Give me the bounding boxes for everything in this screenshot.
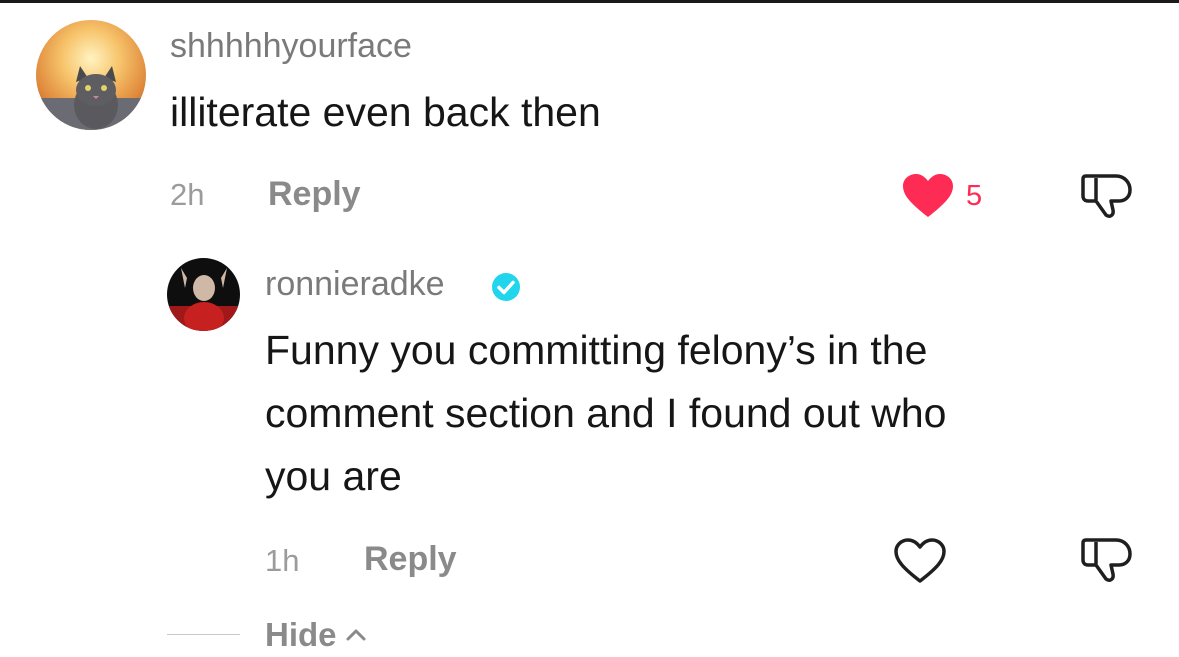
reply-text-line-1: Funny you committing felony’s in the xyxy=(265,327,928,373)
avatar-shhhhhyourface[interactable] xyxy=(36,20,146,130)
reply-text-line-2: comment section and I found out who xyxy=(265,390,947,436)
comment-thread: shhhhhyourface illiterate even back then… xyxy=(0,0,1179,657)
reply-dislike-button[interactable] xyxy=(1078,534,1136,586)
comment-text: illiterate even back then xyxy=(170,89,601,135)
comment-timestamp: 2h xyxy=(170,177,205,212)
reply-username[interactable]: ronnieradke xyxy=(265,265,445,304)
dislike-icon xyxy=(1081,174,1132,218)
dislike-icon xyxy=(1081,538,1132,582)
reply-reply-button[interactable]: Reply xyxy=(364,540,457,579)
verified-badge-icon xyxy=(490,271,522,303)
comment-username[interactable]: shhhhhyourface xyxy=(170,27,412,66)
hide-replies-button[interactable]: Hide xyxy=(265,613,369,657)
hide-divider xyxy=(167,634,240,635)
like-button[interactable] xyxy=(900,173,956,219)
dislike-button[interactable] xyxy=(1078,170,1136,222)
top-divider xyxy=(0,0,1179,3)
chevron-up-icon xyxy=(346,629,366,641)
like-count: 5 xyxy=(966,180,983,212)
hide-label: Hide xyxy=(265,616,337,653)
avatar-ronnieradke[interactable] xyxy=(167,258,240,331)
reply-timestamp: 1h xyxy=(265,543,300,578)
reply-like-button[interactable] xyxy=(892,538,948,584)
heart-filled-icon xyxy=(903,174,953,217)
heart-outline-icon xyxy=(894,538,946,583)
reply-button[interactable]: Reply xyxy=(268,175,361,214)
reply-text-line-3: you are xyxy=(265,453,402,499)
